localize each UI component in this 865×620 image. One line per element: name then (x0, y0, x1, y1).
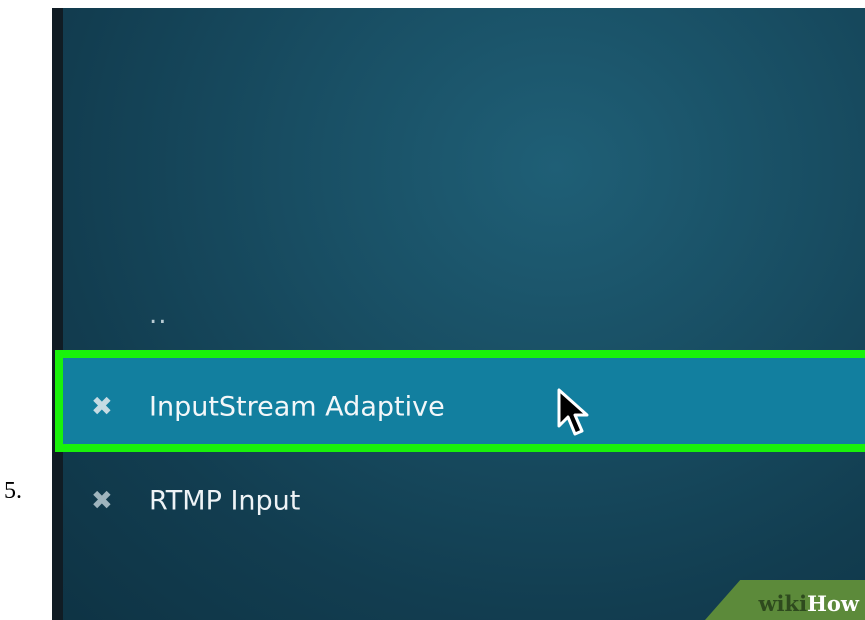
page: 5. .. ✖ InputStream Adaptive ✖ RTMP Inpu… (0, 0, 865, 620)
kodi-screenshot: .. ✖ InputStream Adaptive ✖ RTMP Input w… (52, 8, 865, 620)
list-item-rtmp-input[interactable]: ✖ RTMP Input (63, 473, 865, 529)
wikihow-watermark: wikiHow (705, 580, 865, 620)
parent-directory-item[interactable]: .. (149, 300, 168, 330)
list-item-label: InputStream Adaptive (149, 391, 445, 423)
mouse-cursor-icon (557, 388, 589, 436)
watermark-text: wikiHow (758, 591, 859, 616)
watermark-wiki: wiki (758, 591, 808, 616)
watermark-how: How (807, 591, 859, 616)
step-number: 5. (4, 478, 22, 504)
left-edge-strip (52, 8, 63, 620)
list-item-inputstream-adaptive[interactable]: ✖ InputStream Adaptive (63, 379, 865, 435)
x-icon: ✖ (91, 392, 113, 422)
x-icon: ✖ (91, 486, 113, 516)
list-item-label: RTMP Input (149, 485, 301, 517)
